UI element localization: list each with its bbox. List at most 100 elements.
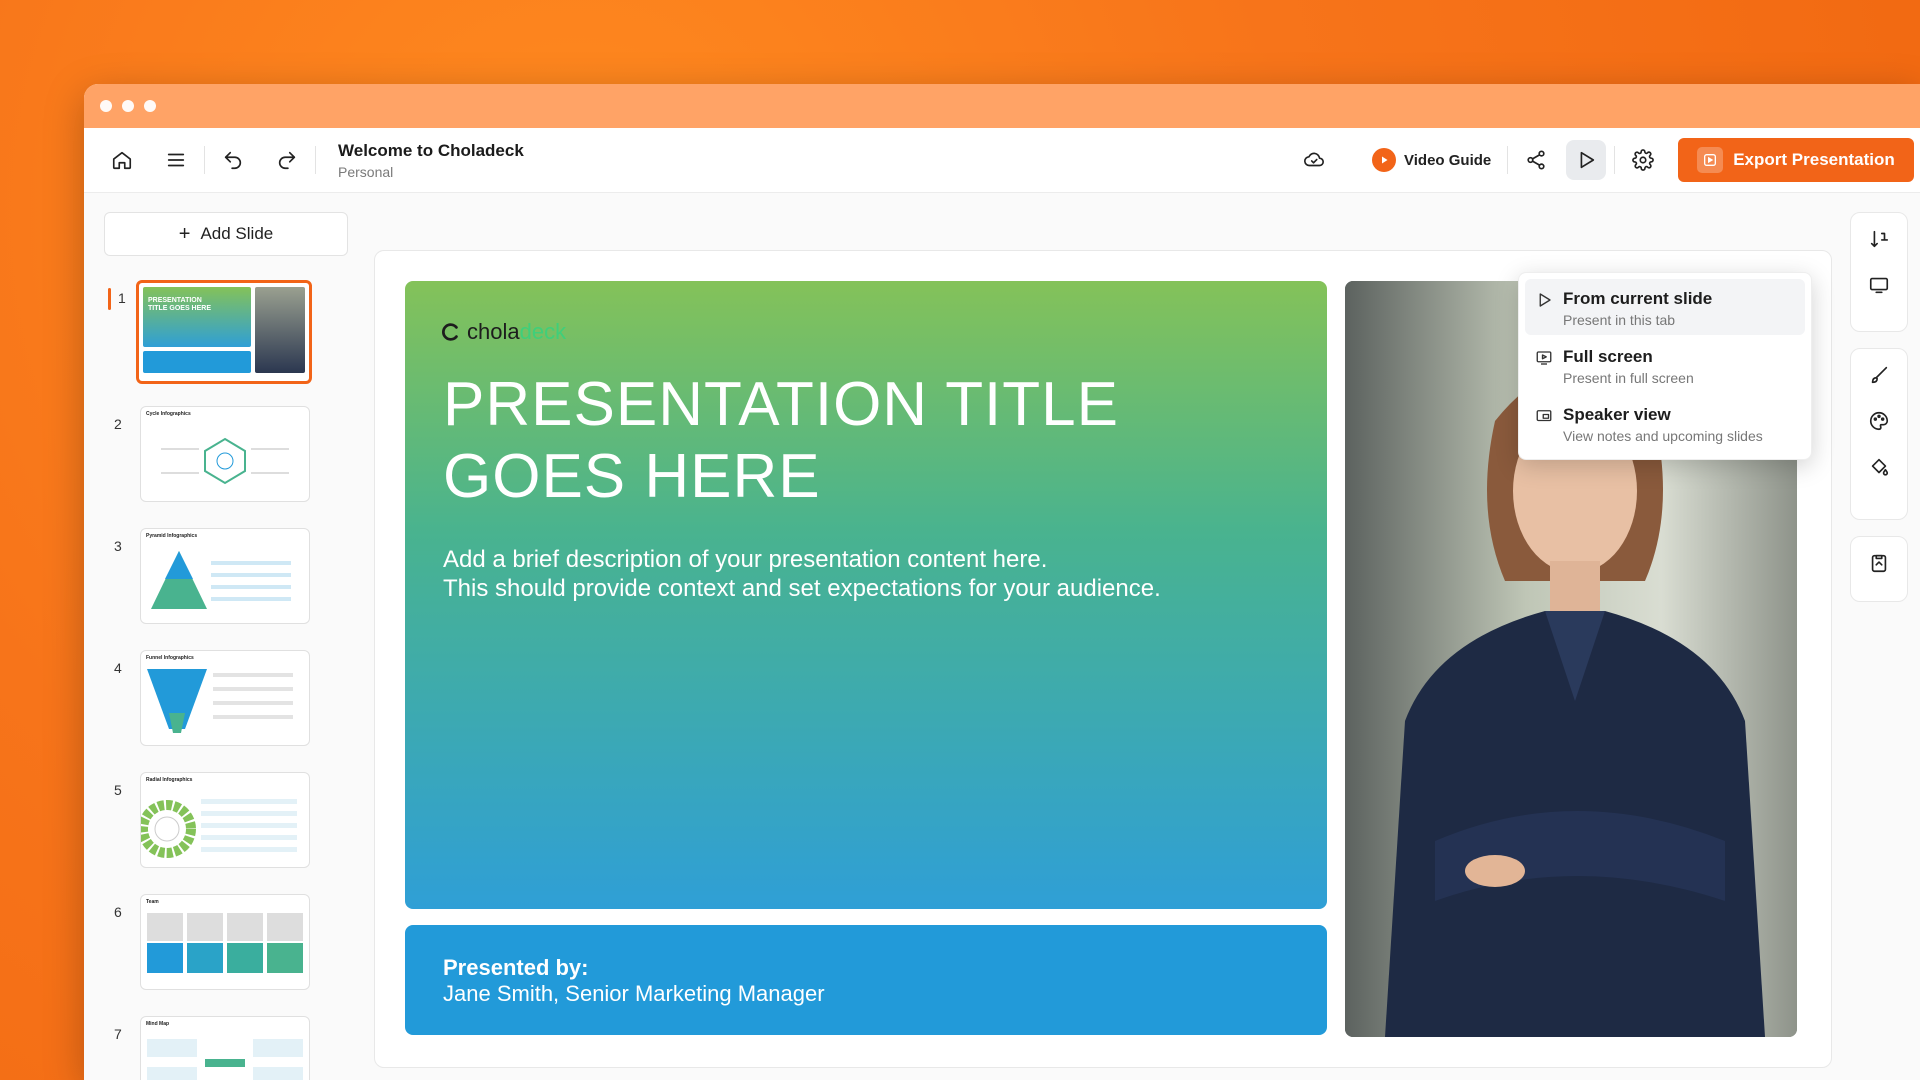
slide-thumb-title: Cycle Infographics xyxy=(146,411,191,417)
fill-button[interactable] xyxy=(1859,447,1899,487)
slide-thumb-title: Team xyxy=(146,899,159,905)
window-minimize-dot[interactable] xyxy=(122,100,134,112)
top-toolbar: Welcome to Choladeck Personal Video Guid… xyxy=(84,128,1920,193)
window-maximize-dot[interactable] xyxy=(144,100,156,112)
home-icon xyxy=(112,151,132,170)
speaker-view-icon xyxy=(1536,410,1552,422)
share-icon xyxy=(1527,150,1545,170)
play-icon xyxy=(1539,293,1551,307)
monitor-icon xyxy=(1869,277,1889,294)
menu-button[interactable] xyxy=(156,140,196,180)
slide-title-block[interactable]: choladeck PRESENTATION TITLE GOES HERE A… xyxy=(405,281,1327,909)
slide-thumbnail[interactable]: Cycle Infographics xyxy=(140,406,310,502)
slide-thumb-title: Mind Map xyxy=(146,1021,170,1027)
slide-thumb-title: Pyramid Infographics xyxy=(146,533,198,539)
menu-item-title: Full screen xyxy=(1563,347,1653,366)
notes-button[interactable] xyxy=(1859,543,1899,583)
active-slide-indicator xyxy=(108,288,111,310)
brush-icon xyxy=(1871,366,1888,384)
window-close-dot[interactable] xyxy=(100,100,112,112)
present-dropdown-menu: From current slide Present in this tab F… xyxy=(1518,272,1812,460)
slide-number: 5 xyxy=(114,782,122,798)
menu-item-subtitle: Present in full screen xyxy=(1563,370,1694,386)
video-guide-label: Video Guide xyxy=(1404,151,1492,169)
workspace-label: Personal xyxy=(338,163,394,180)
menu-item-subtitle: Present in this tab xyxy=(1563,312,1676,328)
palette-icon xyxy=(1870,411,1889,431)
slide-thumb-title: Funnel Infographics xyxy=(146,655,194,661)
add-slide-label: Add Slide xyxy=(200,224,274,243)
slide-thumbnail[interactable]: Mind Map xyxy=(140,1016,310,1080)
clipboard-icon xyxy=(1871,554,1887,573)
hamburger-icon xyxy=(167,153,185,167)
display-button[interactable] xyxy=(1859,265,1899,305)
video-guide-button[interactable]: Video Guide xyxy=(1364,148,1499,172)
add-slide-button[interactable]: + Add Slide xyxy=(104,212,348,256)
brand-logo: choladeck xyxy=(439,319,566,345)
slide-thumbnail[interactable]: Funnel Infographics xyxy=(140,650,310,746)
toolbar-divider xyxy=(1614,146,1616,174)
presentation-description[interactable]: Add a brief description of your presenta… xyxy=(443,545,1263,603)
slide-thumbnail[interactable]: Radial Infographics xyxy=(140,772,310,868)
logo-text-part2: deck xyxy=(519,319,567,344)
cloud-sync-button[interactable] xyxy=(1294,140,1334,180)
palette-button[interactable] xyxy=(1859,401,1899,441)
paint-bucket-icon xyxy=(1871,458,1889,476)
export-presentation-button[interactable]: Export Presentation xyxy=(1678,138,1914,182)
toolbar-divider xyxy=(315,146,316,174)
presenter-name: Jane Smith, Senior Marketing Manager xyxy=(443,981,825,1006)
play-icon xyxy=(1580,151,1595,169)
slide-thumbnail[interactable]: Pyramid Infographics xyxy=(140,528,310,624)
slide-thumbnail[interactable]: Team xyxy=(140,894,310,990)
document-info[interactable]: Welcome to Choladeck Personal xyxy=(338,141,524,180)
description-line: This should provide context and set expe… xyxy=(443,575,1161,602)
present-from-current-slide[interactable]: From current slide Present in this tab xyxy=(1525,279,1805,335)
brush-button[interactable] xyxy=(1859,355,1899,395)
slide-thumbnail[interactable]: PRESENTATION TITLE GOES HERE xyxy=(136,280,312,384)
window-titlebar xyxy=(84,84,1920,128)
sort-button[interactable] xyxy=(1859,219,1899,259)
cloud-icon xyxy=(1304,152,1324,167)
menu-item-title: From current slide xyxy=(1563,289,1713,308)
slide-thumb-title: PRESENTATION TITLE GOES HERE xyxy=(148,297,212,312)
slide-number: 6 xyxy=(114,904,122,920)
menu-item-title: Speaker view xyxy=(1563,405,1671,424)
design-tools-rail xyxy=(1850,348,1908,520)
settings-button[interactable] xyxy=(1623,140,1663,180)
slide-number: 3 xyxy=(114,538,122,554)
screen-present-icon xyxy=(1536,351,1552,365)
sort-icon xyxy=(1870,230,1889,248)
notes-tools-rail xyxy=(1850,536,1908,602)
gear-icon xyxy=(1632,149,1655,171)
present-button[interactable] xyxy=(1566,140,1607,180)
view-tools-rail xyxy=(1850,212,1908,332)
slide-number: 4 xyxy=(114,660,122,676)
slide-number: 1 xyxy=(118,290,126,306)
play-icon xyxy=(1372,148,1396,172)
slide-number: 2 xyxy=(114,416,122,432)
home-button[interactable] xyxy=(102,140,142,180)
presenter-block[interactable]: Presented by: Jane Smith, Senior Marketi… xyxy=(405,925,1327,1035)
toolbar-divider xyxy=(1507,146,1509,174)
undo-button[interactable] xyxy=(213,140,253,180)
present-full-screen[interactable]: Full screen Present in full screen xyxy=(1525,337,1805,393)
undo-icon xyxy=(224,151,242,170)
logo-text-part1: chola xyxy=(467,319,520,344)
share-button[interactable] xyxy=(1516,140,1556,180)
presented-by-label: Presented by: xyxy=(443,955,589,980)
description-line: Add a brief description of your presenta… xyxy=(443,546,1048,573)
export-icon xyxy=(1697,147,1724,173)
present-speaker-view[interactable]: Speaker view View notes and upcoming sli… xyxy=(1525,395,1805,451)
toolbar-divider xyxy=(204,146,205,174)
presentation-title[interactable]: PRESENTATION TITLE GOES HERE xyxy=(443,369,1243,513)
app-window: Welcome to Choladeck Personal Video Guid… xyxy=(84,84,1920,1080)
menu-item-subtitle: View notes and upcoming slides xyxy=(1563,428,1763,444)
title-line: GOES HERE xyxy=(443,442,821,511)
slide-thumb-title: Radial Infographics xyxy=(146,777,193,783)
logo-icon xyxy=(442,323,458,341)
document-title[interactable]: Welcome to Choladeck xyxy=(338,141,524,161)
slide-number: 7 xyxy=(114,1026,122,1042)
redo-icon xyxy=(278,151,296,170)
redo-button[interactable] xyxy=(267,140,307,180)
title-line: PRESENTATION TITLE xyxy=(443,370,1119,439)
